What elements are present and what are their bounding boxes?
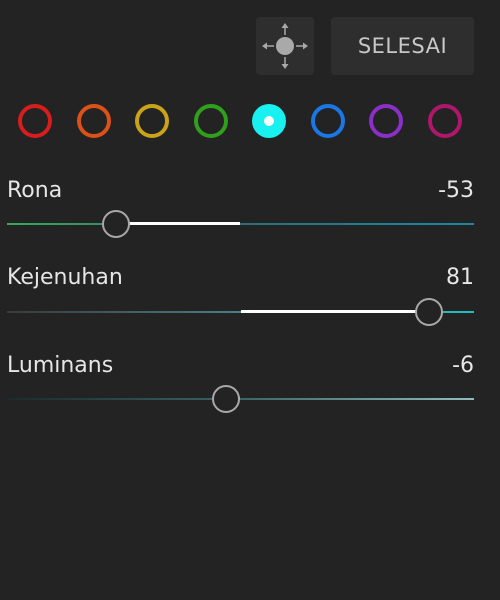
color-swatch-aqua[interactable] bbox=[252, 104, 286, 138]
color-swatch-blue[interactable] bbox=[310, 104, 345, 138]
saturation-slider-track[interactable] bbox=[7, 310, 474, 313]
hue-value: -53 bbox=[438, 178, 474, 203]
hue-slider-track[interactable] bbox=[7, 222, 474, 225]
hue-label: Rona bbox=[7, 178, 63, 203]
luminance-value: -6 bbox=[452, 353, 474, 378]
done-button[interactable]: SELESAI bbox=[331, 17, 474, 75]
color-swatch-purple[interactable] bbox=[369, 104, 403, 138]
color-swatch-orange[interactable] bbox=[76, 104, 111, 138]
saturation-slider-knob[interactable] bbox=[415, 297, 444, 326]
selected-indicator-dot bbox=[264, 116, 274, 126]
saturation-slider-fill bbox=[240, 310, 430, 313]
color-swatch-yellow[interactable] bbox=[135, 104, 169, 138]
luminance-label: Luminans bbox=[7, 353, 114, 378]
color-swatch-red[interactable] bbox=[18, 104, 52, 138]
target-adjust-icon bbox=[262, 23, 308, 69]
hsl-color-panel: SELESAI Rona -53 Kejenuhan 81 Luminans -… bbox=[0, 0, 500, 600]
targeted-adjustment-button[interactable] bbox=[256, 17, 314, 75]
color-swatch-magenta[interactable] bbox=[427, 104, 462, 138]
saturation-label: Kejenuhan bbox=[7, 265, 123, 290]
hue-slider-knob[interactable] bbox=[102, 209, 131, 238]
luminance-slider-track[interactable] bbox=[7, 397, 474, 400]
color-swatch-green[interactable] bbox=[193, 104, 228, 138]
hue-slider-fill bbox=[116, 222, 241, 225]
luminance-slider-knob[interactable] bbox=[211, 384, 240, 413]
saturation-value: 81 bbox=[446, 265, 474, 290]
